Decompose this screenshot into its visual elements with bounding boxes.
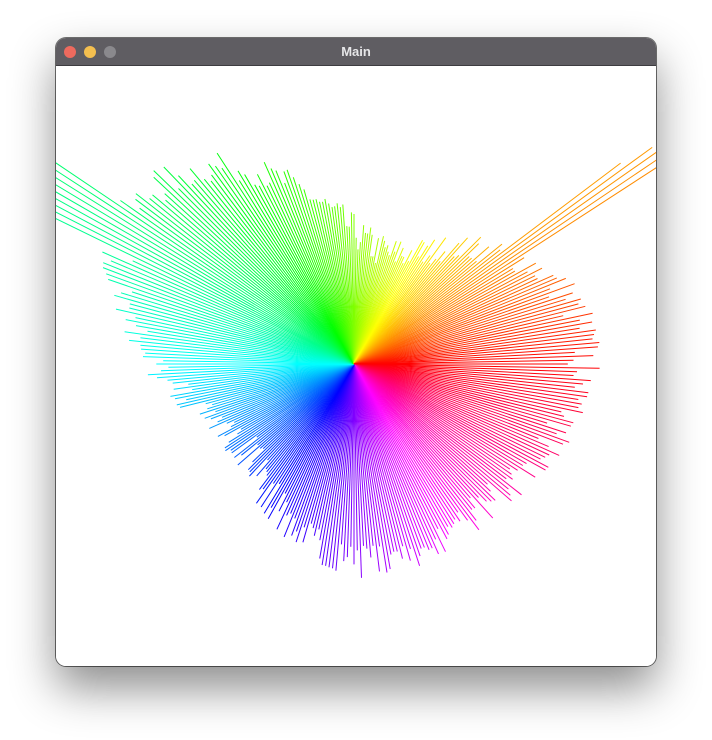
- ray-line: [353, 162, 621, 365]
- ray-drawing: [56, 146, 656, 578]
- title-bar[interactable]: Main: [56, 38, 656, 66]
- app-window: Main: [56, 38, 656, 666]
- window-title: Main: [341, 44, 371, 59]
- ray-line: [353, 146, 653, 365]
- drawing-canvas[interactable]: [56, 66, 656, 666]
